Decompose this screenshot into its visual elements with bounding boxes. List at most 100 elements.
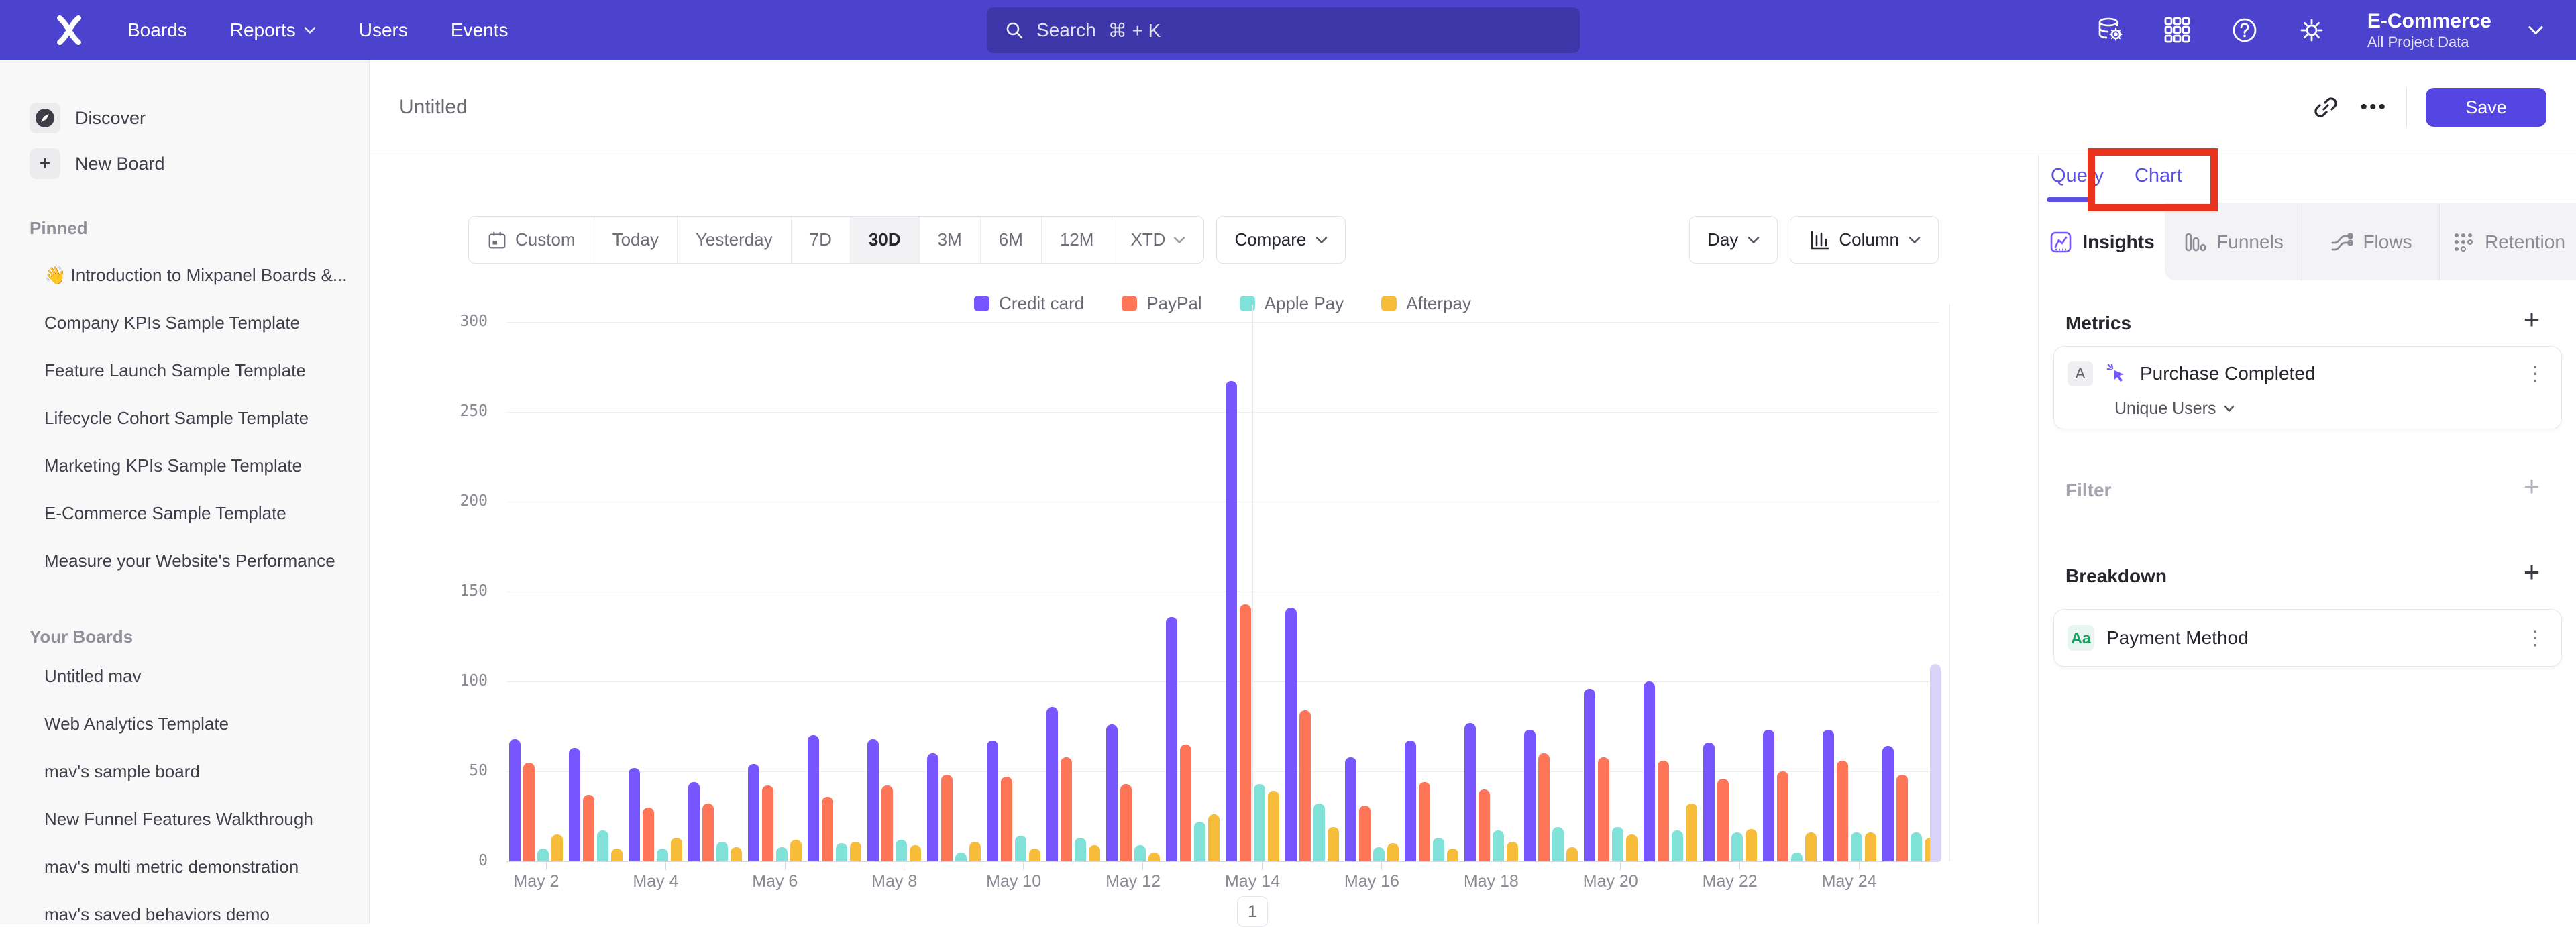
bar-group-may-16[interactable] bbox=[1342, 322, 1401, 861]
bar-credit-card bbox=[1524, 730, 1536, 861]
bar-group-may-2[interactable] bbox=[506, 322, 566, 861]
bar-group-may-13[interactable] bbox=[1163, 322, 1223, 861]
bar-group-may-15[interactable] bbox=[1282, 322, 1342, 861]
sidebar-item-discover[interactable]: Discover bbox=[0, 101, 369, 135]
search-input[interactable]: Search ⌘ + K bbox=[987, 7, 1580, 53]
range-today[interactable]: Today bbox=[594, 217, 677, 263]
compass-icon bbox=[30, 103, 60, 133]
sidebar-board-item[interactable]: 👋 Introduction to Mixpanel Boards &... bbox=[0, 252, 369, 299]
sidebar-board-item[interactable]: Measure your Website's Performance bbox=[0, 537, 369, 585]
range-12m[interactable]: 12M bbox=[1041, 217, 1112, 263]
bar-group-may-24[interactable] bbox=[1819, 322, 1879, 861]
sidebar-board-item[interactable]: mav's saved behaviors demo bbox=[0, 891, 369, 924]
bar-group-may-9[interactable] bbox=[924, 322, 984, 861]
bar-group-may-7[interactable] bbox=[805, 322, 865, 861]
bar-afterpay bbox=[1447, 849, 1458, 861]
bar-group-may-22[interactable] bbox=[1700, 322, 1760, 861]
aggregation-dropdown[interactable]: Unique Users bbox=[2114, 399, 2235, 419]
sidebar-section-list: Untitled mavWeb Analytics Templatemav's … bbox=[0, 653, 369, 924]
report-tab-flows[interactable]: Flows bbox=[2302, 203, 2439, 280]
report-tab-retention[interactable]: Retention bbox=[2439, 203, 2576, 280]
granularity-dropdown[interactable]: Day bbox=[1689, 216, 1778, 264]
breakdown-card[interactable]: Aa Payment Method ⋮ bbox=[2053, 609, 2562, 667]
add-metric-button[interactable]: + bbox=[2517, 305, 2546, 334]
range-6m[interactable]: 6M bbox=[980, 217, 1041, 263]
legend-item-apple-pay[interactable]: Apple Pay bbox=[1240, 293, 1344, 314]
sidebar-board-item[interactable]: Lifecycle Cohort Sample Template bbox=[0, 394, 369, 442]
bar-group-may-19[interactable] bbox=[1521, 322, 1580, 861]
bar-afterpay bbox=[1805, 832, 1817, 861]
breakdown-kebab-icon[interactable]: ⋮ bbox=[2521, 626, 2549, 650]
bar-apple-pay bbox=[537, 849, 549, 861]
sidebar-board-item[interactable]: Untitled mav bbox=[0, 653, 369, 700]
nav-link-events[interactable]: Events bbox=[451, 19, 508, 41]
sidebar-board-item[interactable]: Web Analytics Template bbox=[0, 700, 369, 748]
more-options-icon[interactable]: ••• bbox=[2360, 96, 2387, 119]
project-switcher[interactable]: E-Commerce All Project Data bbox=[2367, 10, 2491, 50]
sidebar-board-item[interactable]: New Funnel Features Walkthrough bbox=[0, 796, 369, 843]
range-30d[interactable]: 30D bbox=[850, 217, 919, 263]
y-axis-tick-label: 200 bbox=[439, 492, 488, 510]
range-7d[interactable]: 7D bbox=[791, 217, 850, 263]
nav-link-users[interactable]: Users bbox=[359, 19, 408, 41]
sidebar-board-item[interactable]: mav's multi metric demonstration bbox=[0, 843, 369, 891]
metric-kebab-icon[interactable]: ⋮ bbox=[2521, 362, 2549, 386]
bar-credit-card bbox=[1584, 689, 1595, 861]
bar-credit-card bbox=[1882, 746, 1894, 861]
mixpanel-logo-icon[interactable] bbox=[50, 13, 87, 48]
report-tab-insights[interactable]: Insights bbox=[2039, 203, 2165, 280]
chart-legend: Credit card PayPal Apple Pay Afterpay bbox=[506, 293, 1939, 314]
apps-grid-icon[interactable] bbox=[2162, 15, 2193, 46]
compare-button[interactable]: Compare bbox=[1216, 216, 1346, 264]
bar-paypal bbox=[1837, 761, 1848, 861]
legend-item-afterpay[interactable]: Afterpay bbox=[1381, 293, 1471, 314]
bar-group-may-17[interactable] bbox=[1401, 322, 1461, 861]
sidebar-board-item[interactable]: Feature Launch Sample Template bbox=[0, 347, 369, 394]
nav-link-boards[interactable]: Boards bbox=[127, 19, 187, 41]
project-scope: All Project Data bbox=[2367, 34, 2491, 50]
nav-link-reports[interactable]: Reports bbox=[230, 19, 316, 41]
bar-group-may-6[interactable] bbox=[745, 322, 805, 861]
add-breakdown-button[interactable]: + bbox=[2517, 557, 2546, 587]
chart-type-dropdown[interactable]: Column bbox=[1790, 216, 1939, 264]
range-xtd[interactable]: XTD bbox=[1112, 217, 1203, 263]
bar-group-may-12[interactable] bbox=[1104, 322, 1163, 861]
x-axis-tick-label: May 12 bbox=[1104, 872, 1163, 891]
settings-gear-icon[interactable] bbox=[2296, 15, 2327, 46]
bar-group-may-3[interactable] bbox=[566, 322, 626, 861]
sidebar-item-new-board[interactable]: + New Board bbox=[0, 146, 369, 181]
x-axis-tick-mark bbox=[1381, 862, 1382, 870]
bar-group-may-21[interactable] bbox=[1640, 322, 1700, 861]
pagination-page-button[interactable]: 1 bbox=[1237, 896, 1268, 927]
bar-group-may-11[interactable] bbox=[1044, 322, 1104, 861]
copy-link-icon[interactable] bbox=[2310, 92, 2341, 123]
bar-group-may-23[interactable] bbox=[1760, 322, 1819, 861]
bar-afterpay bbox=[790, 840, 802, 861]
chevron-down-icon[interactable] bbox=[2528, 25, 2544, 36]
sidebar-board-item[interactable]: Marketing KPIs Sample Template bbox=[0, 442, 369, 490]
data-settings-icon[interactable] bbox=[2095, 15, 2126, 46]
report-tab-funnels[interactable]: Funnels bbox=[2165, 203, 2302, 280]
sidebar-board-item[interactable]: mav's sample board bbox=[0, 748, 369, 796]
bar-group-may-8[interactable] bbox=[865, 322, 924, 861]
sidebar-board-item[interactable]: Company KPIs Sample Template bbox=[0, 299, 369, 347]
x-axis-tick-mark bbox=[1859, 862, 1860, 870]
legend-item-paypal[interactable]: PayPal bbox=[1122, 293, 1201, 314]
bar-group-may-14[interactable] bbox=[1223, 322, 1283, 861]
save-button[interactable]: Save bbox=[2426, 88, 2546, 127]
range-yesterday[interactable]: Yesterday bbox=[677, 217, 791, 263]
bar-group-may-5[interactable] bbox=[686, 322, 745, 861]
add-filter-button[interactable]: + bbox=[2517, 472, 2546, 501]
bar-group-may-18[interactable] bbox=[1461, 322, 1521, 861]
range-custom[interactable]: Custom bbox=[469, 217, 594, 263]
bar-group-may-4[interactable] bbox=[626, 322, 686, 861]
range-3m[interactable]: 3M bbox=[919, 217, 980, 263]
help-icon[interactable] bbox=[2229, 15, 2260, 46]
metric-card[interactable]: A Purchase Completed ⋮ Unique Users bbox=[2053, 346, 2562, 429]
legend-item-credit-card[interactable]: Credit card bbox=[974, 293, 1084, 314]
header-divider bbox=[2406, 88, 2407, 127]
bar-group-may-20[interactable] bbox=[1580, 322, 1640, 861]
sidebar-board-item[interactable]: E-Commerce Sample Template bbox=[0, 490, 369, 537]
bar-afterpay bbox=[1686, 804, 1697, 861]
bar-group-may-10[interactable] bbox=[984, 322, 1044, 861]
